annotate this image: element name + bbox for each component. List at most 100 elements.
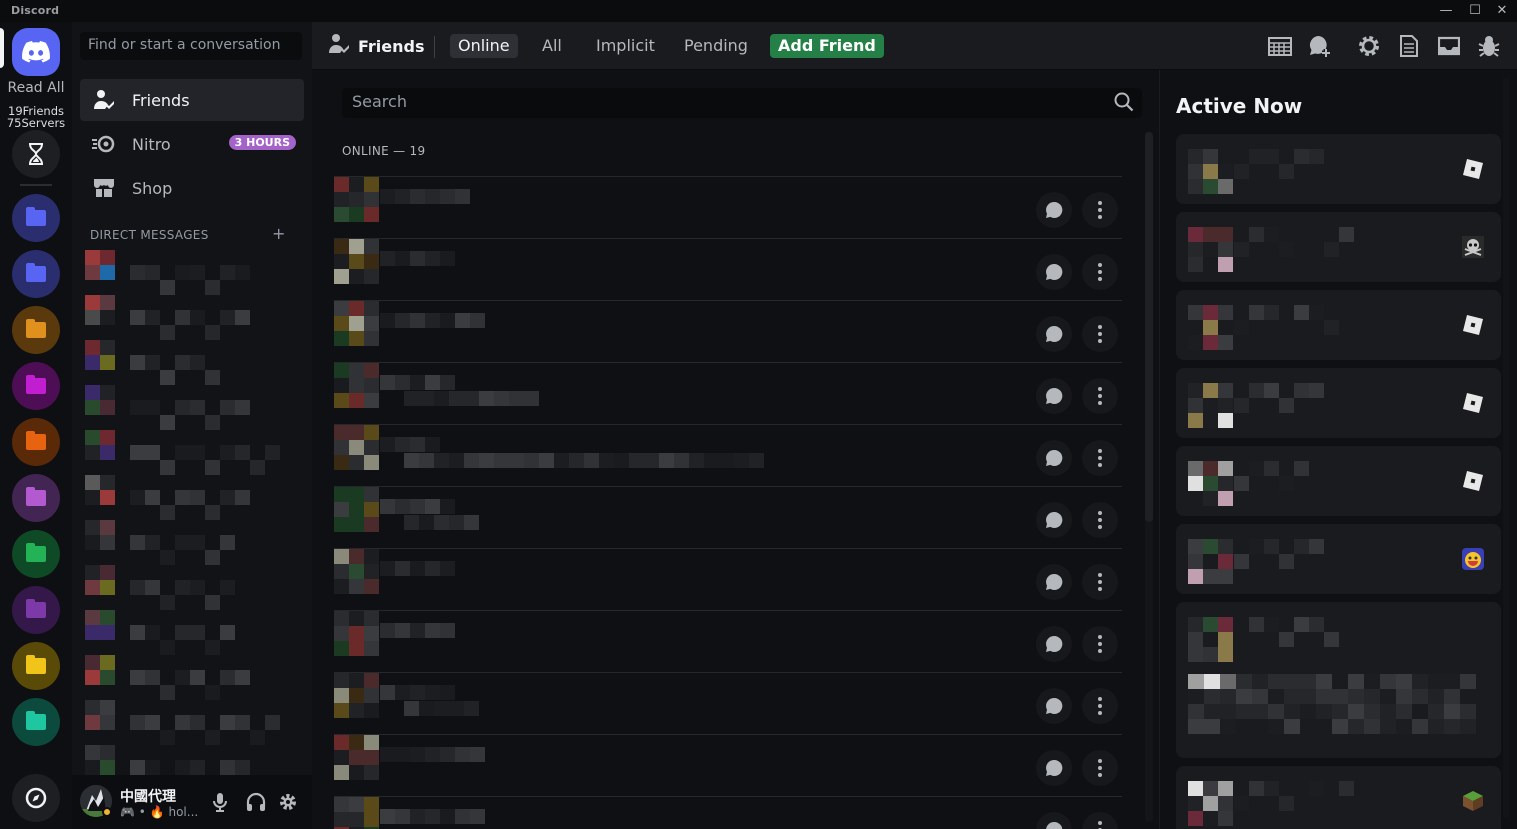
mute-button[interactable] bbox=[209, 791, 231, 813]
nav-friends[interactable]: Friends bbox=[80, 79, 304, 121]
new-dm-button[interactable]: + bbox=[272, 224, 285, 243]
avatar bbox=[334, 239, 380, 285]
redacted-pixel bbox=[395, 313, 410, 328]
server-folder[interactable] bbox=[12, 306, 60, 354]
message-button[interactable] bbox=[1036, 316, 1072, 352]
server-folder[interactable] bbox=[12, 586, 60, 634]
server-folder[interactable] bbox=[12, 250, 60, 298]
more-options-button[interactable] bbox=[1082, 440, 1118, 476]
friend-row[interactable] bbox=[334, 362, 1122, 424]
redacted-pixel bbox=[85, 295, 100, 310]
message-button[interactable] bbox=[1036, 192, 1072, 228]
settings-button[interactable] bbox=[1357, 34, 1381, 58]
active-now-card[interactable] bbox=[1176, 212, 1501, 282]
folder-icon bbox=[26, 599, 46, 618]
active-now-card[interactable] bbox=[1176, 524, 1501, 594]
tab-pending[interactable]: Pending bbox=[676, 34, 756, 58]
message-button[interactable] bbox=[1036, 378, 1072, 414]
redacted-pixel bbox=[440, 685, 455, 700]
message-button[interactable] bbox=[1036, 440, 1072, 476]
gear-icon bbox=[1359, 36, 1379, 56]
tab-online[interactable]: Online bbox=[450, 34, 518, 58]
more-options-button[interactable] bbox=[1082, 502, 1118, 538]
redacted-pixel bbox=[100, 520, 115, 535]
minimize-button[interactable]: — bbox=[1435, 2, 1457, 20]
active-now-card[interactable] bbox=[1176, 368, 1501, 438]
redacted-pixel bbox=[1234, 632, 1249, 647]
maximize-button[interactable]: ☐ bbox=[1464, 2, 1486, 20]
friend-row[interactable] bbox=[334, 176, 1122, 238]
deafen-button[interactable] bbox=[245, 791, 267, 813]
redacted-pixel bbox=[404, 391, 419, 406]
active-now-card[interactable] bbox=[1176, 602, 1501, 758]
friend-row[interactable] bbox=[334, 548, 1122, 610]
friend-row[interactable] bbox=[334, 796, 1122, 829]
friend-row[interactable] bbox=[334, 672, 1122, 734]
message-button[interactable] bbox=[1036, 812, 1072, 829]
bug-report-button[interactable] bbox=[1477, 34, 1501, 58]
friend-row[interactable] bbox=[334, 734, 1122, 796]
server-folder[interactable] bbox=[12, 362, 60, 410]
close-button[interactable]: ✕ bbox=[1491, 2, 1513, 20]
friend-row[interactable] bbox=[334, 238, 1122, 300]
friend-row[interactable] bbox=[334, 610, 1122, 672]
server-folder[interactable] bbox=[12, 418, 60, 466]
message-button[interactable] bbox=[1036, 254, 1072, 290]
redacted-pixel bbox=[1428, 689, 1444, 704]
redacted-pixel bbox=[220, 445, 235, 460]
redacted-pixel bbox=[1188, 476, 1203, 491]
nav-shop[interactable]: Shop bbox=[80, 167, 304, 209]
more-options-button[interactable] bbox=[1082, 378, 1118, 414]
server-folder[interactable] bbox=[12, 194, 60, 242]
friend-row[interactable] bbox=[334, 424, 1122, 486]
read-all-button[interactable]: Read All bbox=[0, 80, 72, 96]
tab-implicit[interactable]: Implicit bbox=[588, 34, 663, 58]
server-folder[interactable] bbox=[12, 474, 60, 522]
redacted-pixel bbox=[1204, 704, 1220, 719]
scrollbar-thumb[interactable] bbox=[1145, 132, 1153, 522]
home-button[interactable] bbox=[12, 28, 60, 76]
redacted-pixel bbox=[364, 517, 379, 532]
friend-row[interactable] bbox=[334, 300, 1122, 362]
server-folder[interactable] bbox=[12, 698, 60, 746]
message-button[interactable] bbox=[1036, 688, 1072, 724]
redacted-pixel bbox=[395, 499, 410, 514]
active-now-scrollbar[interactable] bbox=[1503, 78, 1509, 818]
inbox-button[interactable] bbox=[1437, 34, 1461, 58]
more-options-button[interactable] bbox=[1082, 750, 1118, 786]
active-now-card[interactable] bbox=[1176, 766, 1501, 829]
more-options-button[interactable] bbox=[1082, 254, 1118, 290]
server-folder[interactable] bbox=[12, 530, 60, 578]
add-friend-button[interactable]: Add Friend bbox=[770, 34, 884, 58]
more-options-button[interactable] bbox=[1082, 626, 1118, 662]
more-options-button[interactable] bbox=[1082, 812, 1118, 829]
friend-search-input[interactable]: Search bbox=[342, 88, 1142, 118]
friend-row[interactable] bbox=[334, 486, 1122, 548]
calendar-button[interactable] bbox=[1268, 34, 1292, 58]
message-button[interactable] bbox=[1036, 502, 1072, 538]
active-now-card[interactable] bbox=[1176, 134, 1501, 204]
message-button[interactable] bbox=[1036, 626, 1072, 662]
server-folder[interactable] bbox=[12, 642, 60, 690]
redacted-pixel bbox=[175, 265, 190, 280]
user-settings-button[interactable] bbox=[277, 791, 299, 813]
notes-button[interactable] bbox=[1397, 34, 1421, 58]
redacted-pixel bbox=[1364, 719, 1380, 734]
more-options-button[interactable] bbox=[1082, 316, 1118, 352]
message-button[interactable] bbox=[1036, 750, 1072, 786]
discover-button[interactable] bbox=[12, 774, 60, 822]
message-button[interactable] bbox=[1036, 564, 1072, 600]
conversation-search-input[interactable]: Find or start a conversation bbox=[80, 32, 302, 60]
hourglass-button[interactable] bbox=[12, 130, 60, 178]
active-now-card[interactable] bbox=[1176, 446, 1501, 516]
more-options-button[interactable] bbox=[1082, 688, 1118, 724]
tab-all[interactable]: All bbox=[534, 34, 570, 58]
roblox-game-icon bbox=[1461, 157, 1485, 181]
redacted-pixel bbox=[100, 760, 115, 775]
new-group-dm-button[interactable] bbox=[1309, 34, 1333, 58]
redacted-pixel bbox=[100, 610, 115, 625]
more-options-button[interactable] bbox=[1082, 192, 1118, 228]
active-now-card[interactable] bbox=[1176, 290, 1501, 360]
nav-nitro[interactable]: Nitro 3 HOURS bbox=[80, 123, 304, 165]
more-options-button[interactable] bbox=[1082, 564, 1118, 600]
